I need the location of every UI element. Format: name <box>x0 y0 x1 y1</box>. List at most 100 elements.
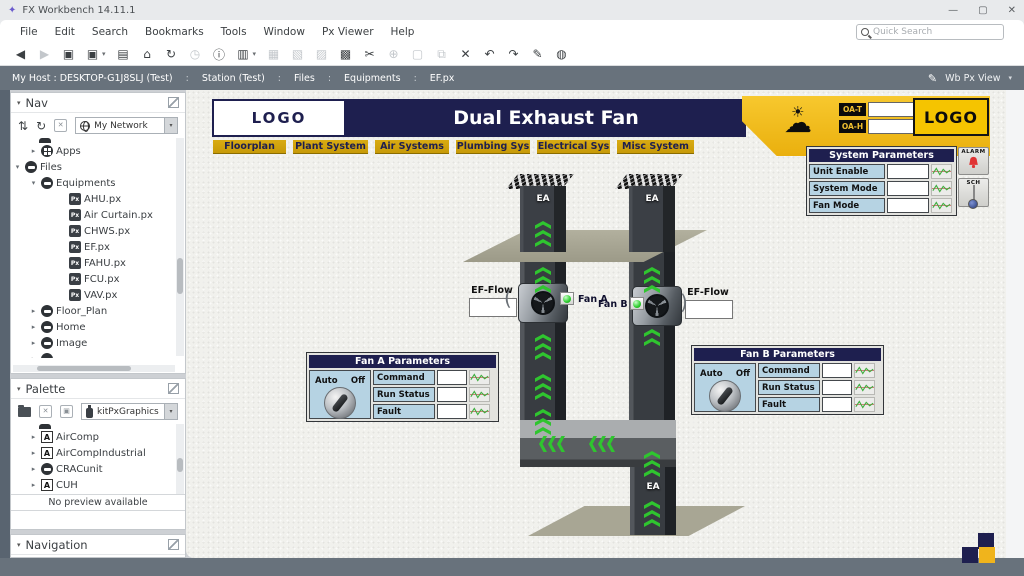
expand-panel-icon[interactable] <box>168 383 179 394</box>
fan-a-command-value[interactable] <box>437 370 467 385</box>
save-icon[interactable]: ▦ <box>267 47 280 61</box>
scrollbar-thumb[interactable] <box>37 366 131 371</box>
palette-item-cuh[interactable]: ▸ A CUH <box>11 477 185 493</box>
trend-icon[interactable] <box>931 181 952 196</box>
network-select-caret-icon[interactable]: ▾ <box>164 118 177 133</box>
expand-arrow-icon[interactable]: ▸ <box>29 147 38 155</box>
fan-a-fault-value[interactable] <box>437 404 467 419</box>
globe-icon[interactable]: ◍ <box>555 47 568 61</box>
expand-arrow-icon[interactable]: ▸ <box>29 323 38 331</box>
trend-icon[interactable] <box>854 363 875 378</box>
schedule-button[interactable]: SCH <box>958 178 989 207</box>
rotary-knob[interactable] <box>324 387 356 419</box>
nav-horizontal-scrollbar[interactable] <box>13 365 175 372</box>
alarm-button[interactable]: ALARM <box>958 147 989 175</box>
breadcrumb-equipments[interactable]: Equipments <box>344 73 401 84</box>
undo-icon[interactable]: ↶ <box>483 47 496 61</box>
breadcrumb-efpx[interactable]: EF.px <box>430 73 455 84</box>
breadcrumb-station[interactable]: Station (Test) <box>202 73 265 84</box>
refresh-icon[interactable]: ↻ <box>165 47 178 61</box>
collapse-caret-icon[interactable]: ▾ <box>17 99 21 107</box>
scrollbar-thumb[interactable] <box>177 258 183 294</box>
palette-item-aircompindustrial[interactable]: ▸ A AirCompIndustrial <box>11 445 185 461</box>
collapse-arrow-icon[interactable]: ▾ <box>29 179 38 187</box>
nav-tree-item-floor-plan[interactable]: ▸ Floor_Plan <box>11 303 185 319</box>
nav-tree-item-ahu-px[interactable]: Px AHU.px <box>11 191 185 207</box>
save-all-icon[interactable]: ▧ <box>291 47 304 61</box>
expand-arrow-icon[interactable]: ▸ <box>29 339 38 347</box>
export-icon[interactable]: ▨ <box>315 47 328 61</box>
nav-tree-item-apps[interactable]: ▸ Apps <box>11 143 185 159</box>
info-icon[interactable]: ⓘ <box>213 46 226 63</box>
menu-file[interactable]: File <box>20 26 38 38</box>
edit-icon[interactable]: ✎ <box>531 47 544 61</box>
redo-icon[interactable]: ↷ <box>507 47 520 61</box>
palette-panel-header[interactable]: ▾ Palette <box>11 379 185 399</box>
close-palette-icon[interactable]: ✕ <box>39 405 52 418</box>
trend-icon[interactable] <box>469 404 490 419</box>
expand-panel-icon[interactable] <box>168 97 179 108</box>
palette-module-select[interactable]: kitPxGraphics ▾ <box>81 403 178 420</box>
trend-icon[interactable] <box>931 198 952 213</box>
fan-b-command-value[interactable] <box>822 363 852 378</box>
back-icon[interactable]: ◀ <box>14 47 27 61</box>
electrical-sys-button[interactable]: Electrical Sys <box>537 140 610 154</box>
expand-panel-icon[interactable] <box>168 539 179 550</box>
plumbing-sys-button[interactable]: Plumbing Sys <box>456 140 530 154</box>
minimize-button[interactable]: — <box>948 5 958 16</box>
menu-help[interactable]: Help <box>391 26 415 38</box>
cut-icon[interactable]: ✂ <box>363 47 376 61</box>
forward-icon[interactable]: ▶ <box>38 47 51 61</box>
fan-a-status-led[interactable] <box>560 292 574 305</box>
open-folder-caret-icon[interactable]: ▾ <box>253 50 257 58</box>
delete-icon[interactable]: ✕ <box>459 47 472 61</box>
nav-tree-item-fcu-px[interactable]: Px FCU.px <box>11 271 185 287</box>
nav-tree-item-home[interactable]: ▸ Home <box>11 319 185 335</box>
trend-icon[interactable] <box>931 164 952 179</box>
history-icon[interactable]: ◷ <box>189 47 202 61</box>
network-select[interactable]: My Network ▾ <box>75 117 178 134</box>
nav-tree-item-image[interactable]: ▸ Image <box>11 335 185 351</box>
import-icon[interactable]: ▩ <box>339 47 352 61</box>
nav-vertical-scrollbar[interactable] <box>176 138 184 356</box>
fan-mode-value[interactable] <box>887 198 929 213</box>
trend-icon[interactable] <box>469 387 490 402</box>
navigation-panel-header[interactable]: ▾ Navigation <box>11 535 185 555</box>
open-folder-icon[interactable]: ▥ <box>237 47 250 61</box>
misc-system-button[interactable]: Misc System <box>617 140 694 154</box>
copy-palette-icon[interactable]: ▣ <box>60 405 73 418</box>
collapse-arrow-icon[interactable]: ▾ <box>13 163 22 171</box>
view-selector[interactable]: Wb Px View <box>945 73 1000 84</box>
rotary-knob[interactable] <box>709 380 741 412</box>
trend-icon[interactable] <box>469 370 490 385</box>
expand-arrow-icon[interactable]: ▸ <box>29 449 38 457</box>
trend-icon[interactable] <box>854 397 875 412</box>
plant-system-button[interactable]: Plant System <box>293 140 368 154</box>
nav-tree-item-chws-px[interactable]: Px CHWS.px <box>11 223 185 239</box>
sort-icon[interactable]: ⇅ <box>18 119 28 133</box>
view-selector-caret-icon[interactable]: ▾ <box>1008 74 1012 82</box>
fan-a-switch[interactable]: Auto Off <box>309 370 371 419</box>
palette-module-caret-icon[interactable]: ▾ <box>164 404 177 419</box>
menu-px-viewer[interactable]: Px Viewer <box>322 26 374 38</box>
unit-enable-value[interactable] <box>887 164 929 179</box>
system-mode-value[interactable] <box>887 181 929 196</box>
search-input[interactable] <box>873 27 983 37</box>
close-button[interactable]: ✕ <box>1008 5 1016 16</box>
quick-search[interactable] <box>856 24 1004 40</box>
nav-tree-item-fahu-px[interactable]: Px FAHU.px <box>11 255 185 271</box>
menu-tools[interactable]: Tools <box>221 26 247 38</box>
copy-icon[interactable]: ⧉ <box>435 47 448 62</box>
maximize-button[interactable]: ▢ <box>978 5 987 16</box>
expand-arrow-icon[interactable]: ▸ <box>29 307 38 315</box>
air-systems-button[interactable]: Air Systems <box>375 140 449 154</box>
expand-arrow-icon[interactable]: ▸ <box>29 433 38 441</box>
nav-tree-item-air-curtain-px[interactable]: Px Air Curtain.px <box>11 207 185 223</box>
new-tab-icon[interactable]: ▣ <box>62 47 75 61</box>
trend-icon[interactable] <box>854 380 875 395</box>
fan-b-fault-value[interactable] <box>822 397 852 412</box>
menu-search[interactable]: Search <box>92 26 128 38</box>
nav-tree-item-ef-px[interactable]: Px EF.px <box>11 239 185 255</box>
expand-arrow-icon[interactable]: ▸ <box>29 481 38 489</box>
breadcrumb-host[interactable]: My Host : DESKTOP-G1J8SLJ (Test) <box>12 73 173 84</box>
